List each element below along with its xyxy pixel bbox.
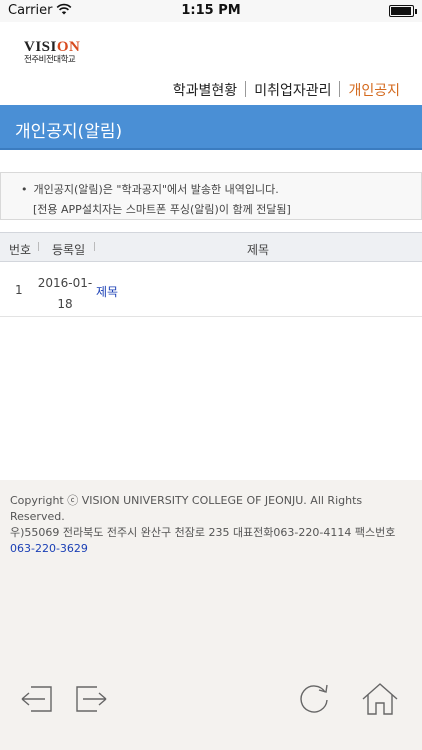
- page-content: VISION 전주비전대학교 학과별현황 미취업자관리 개인공지 개인공지(알림…: [0, 22, 422, 480]
- vision-logo[interactable]: VISION 전주비전대학교: [24, 40, 80, 66]
- column-separator: |: [93, 242, 97, 252]
- bullet-icon: •: [21, 183, 28, 196]
- footer-copyright: Copyright ⓒ VISION UNIVERSITY COLLEGE OF…: [10, 494, 363, 523]
- logo-vision-text: VISI: [24, 39, 57, 55]
- nav-item-unemployed-management[interactable]: 미취업자관리: [246, 80, 339, 100]
- row-number: 1: [15, 283, 23, 297]
- refresh-icon[interactable]: [296, 681, 332, 717]
- table-header: 번호 | 등록일 | 제목: [0, 232, 422, 262]
- nav-item-personal-notice[interactable]: 개인공지: [340, 80, 408, 100]
- forward-arrow-icon[interactable]: [74, 684, 108, 714]
- column-separator: |: [37, 242, 41, 252]
- table-row[interactable]: 1 2016-01- 18 제목: [0, 263, 422, 317]
- column-header-title: 제목: [247, 243, 270, 257]
- top-nav: 학과별현황 미취업자관리 개인공지: [165, 80, 408, 100]
- logo-vision-accent: ON: [56, 39, 81, 55]
- back-arrow-icon[interactable]: [20, 684, 54, 714]
- notice-line-1: 개인공지(알림)은 "학과공지"에서 발송한 내역입니다.: [33, 183, 279, 196]
- logo-school-name: 전주비전대학교: [24, 55, 76, 65]
- footer-address: 우)55069 전라북도 전주시 완산구 천잠로 235 대표전화063-220…: [10, 526, 396, 539]
- home-icon[interactable]: [360, 682, 400, 716]
- clock: 1:15 PM: [181, 3, 241, 18]
- battery-icon: [389, 5, 417, 17]
- status-bar: Carrier 1:15 PM: [0, 0, 422, 22]
- row-date: 2016-01- 18: [37, 276, 93, 311]
- column-header-date: 등록일: [52, 243, 86, 257]
- footer-fax-link[interactable]: 063-220-3629: [10, 542, 88, 555]
- notice-line-2: [전용 APP설치자는 스마트폰 푸싱(알림)이 함께 전달됨]: [33, 203, 291, 216]
- nav-item-department-status[interactable]: 학과별현황: [165, 80, 245, 100]
- footer: Copyright ⓒ VISION UNIVERSITY COLLEGE OF…: [10, 493, 414, 557]
- row-title-link[interactable]: 제목: [96, 283, 118, 300]
- column-header-number: 번호: [9, 243, 32, 257]
- page-title: 개인공지(알림): [15, 122, 123, 142]
- page-title-banner: 개인공지(알림): [0, 105, 422, 150]
- info-notice-box: • 개인공지(알림)은 "학과공지"에서 발송한 내역입니다. [전용 APP설치…: [0, 172, 422, 220]
